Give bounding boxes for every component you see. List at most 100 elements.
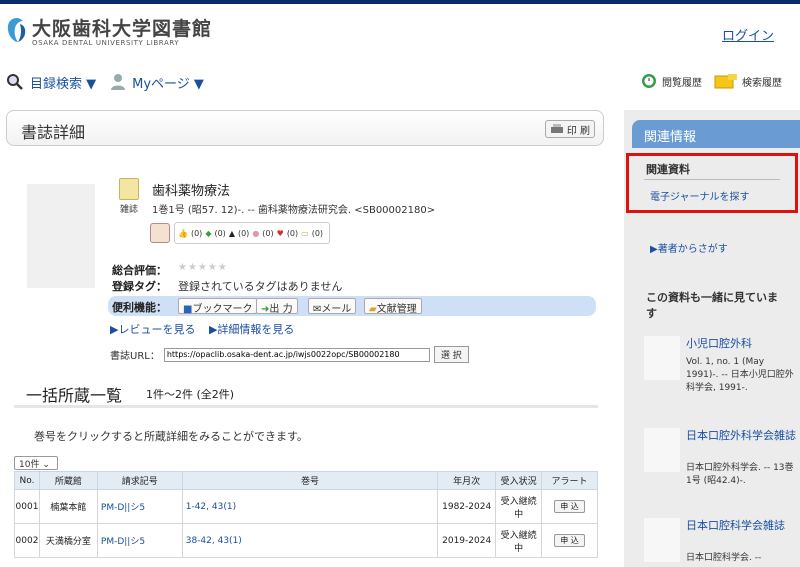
like-icon[interactable]: 👍	[178, 229, 188, 238]
review-link[interactable]: ▶レビューを見る	[110, 323, 195, 336]
cell-library: 楠葉本館	[38, 489, 98, 524]
col-alert: アラート	[541, 471, 598, 490]
volume-link[interactable]: 38-42, 43(1)	[186, 536, 242, 546]
holdings-count: 1件～2件 (全2件)	[146, 388, 235, 401]
print-label: 印 刷	[566, 125, 590, 137]
book-title: 歯科薬物療法	[152, 184, 231, 199]
utility-label: 便利機能：	[112, 301, 167, 314]
item-title-link[interactable]: 日本口腔科学会雑誌	[686, 518, 798, 534]
overall-rating-label: 総合評価：	[112, 264, 167, 277]
material-type-label: 雑誌	[119, 205, 138, 215]
page-title-bar: 書誌詳細 印 刷	[6, 110, 604, 146]
holdings-table: No. 所蔵館 請求記号 巻号 年月次 受入状況 アラート 0001 楠葉本館 …	[14, 471, 598, 558]
view-history-icon	[642, 74, 656, 88]
export-button[interactable]: ➜出 力	[256, 298, 298, 315]
cell-status: 受入継続中	[495, 523, 543, 558]
table-row: 0001 楠葉本館 PM-D||シ5 1-42, 43(1) 1982-2024…	[14, 489, 598, 524]
highlight-box	[626, 153, 798, 213]
logo-mark-icon	[7, 18, 26, 42]
folder-icon: ▰	[369, 304, 377, 315]
history-links: 閲覧履歴 検索履歴	[640, 72, 786, 90]
beginner-count: (0)	[214, 228, 226, 238]
apply-button[interactable]: 申 込	[554, 534, 585, 547]
item-info: 日本口腔科学会. --	[686, 553, 762, 563]
record-url-row: 書誌URL： 選 択	[110, 346, 469, 363]
write-review-icon[interactable]	[150, 223, 170, 243]
view-history-link[interactable]: 閲覧履歴	[662, 74, 702, 89]
graduate-count: (0)	[237, 228, 250, 238]
email-button[interactable]: ✉メール	[308, 298, 357, 315]
item-title-link[interactable]: 小児口腔外科	[686, 336, 798, 352]
apply-button[interactable]: 申 込	[554, 500, 585, 513]
logo-subtitle: OSAKA DENTAL UNIVERSITY LIBRARY	[32, 39, 180, 47]
beginner-icon[interactable]: ◆	[205, 229, 211, 238]
library-logo[interactable]: 大阪歯科大学図書館 OSAKA DENTAL UNIVERSITY LIBRAR…	[6, 12, 211, 52]
search-history-icon	[714, 74, 737, 89]
table-header-row: No. 所蔵館 請求記号 巻号 年月次 受入状況 アラート	[14, 471, 598, 490]
cell-no: 0001	[14, 489, 40, 524]
col-years: 年月次	[437, 471, 497, 490]
email-label: メール	[321, 304, 352, 315]
author-search-link[interactable]: ▶著者からさがす	[650, 240, 728, 255]
col-library: 所蔵館	[38, 471, 98, 490]
book-count: (0)	[311, 228, 324, 238]
mypage-menu[interactable]: Myページ ▼	[132, 73, 204, 92]
holdings-section-header: 一括所蔵一覧 1件～2件 (全2件)	[14, 382, 598, 408]
logo-title: 大阪歯科大学図書館	[32, 18, 213, 40]
face-count: (0)	[262, 228, 274, 238]
utility-bar: 便利機能： ■ブックマーク ➜出 力 ✉メール ▰文献管理	[108, 296, 596, 316]
book-icon[interactable]: ▭	[301, 229, 309, 238]
heart-count: (0)	[286, 228, 299, 238]
per-page-select[interactable]: 10件 ⌄	[14, 456, 58, 470]
page-title: 書誌詳細	[21, 123, 86, 142]
item-thumbnail	[644, 518, 680, 562]
main-nav: 目録検索 ▼ Myページ ▼	[6, 72, 204, 92]
item-title-link[interactable]: 日本口腔外科学会雑誌	[686, 428, 798, 444]
call-number-link[interactable]: PM-D||シ5	[101, 503, 145, 513]
heart-icon[interactable]: ♥	[277, 229, 284, 238]
cell-status: 受入継続中	[495, 489, 543, 524]
reference-manager-label: 文献管理	[376, 304, 417, 315]
item-info: 日本口腔外科学会. -- 13巻1号 (昭42.4)-.	[686, 463, 794, 486]
url-field[interactable]	[163, 347, 430, 362]
volume-link[interactable]: 1-42, 43(1)	[186, 502, 236, 512]
material-type: 雑誌	[116, 178, 142, 215]
item-thumbnail	[644, 336, 680, 380]
login-link[interactable]: ログイン	[722, 25, 774, 44]
table-row: 0002 天満橋分室 PM-D||シ5 38-42, 43(1) 2019-20…	[14, 523, 598, 558]
reference-manager-button[interactable]: ▰文献管理	[364, 298, 422, 315]
reaction-box: 👍 (0) ◆ (0) ▲ (0) ● (0) ♥ (0) ▭ (0)	[174, 222, 331, 244]
top-accent-bar	[0, 0, 800, 4]
detail-link[interactable]: ▶詳細情報を見る	[209, 323, 294, 336]
also-viewed-heading: この資料も一緒に見ています	[646, 291, 778, 320]
bookmark-button[interactable]: ■ブックマーク	[178, 298, 258, 315]
catalog-search-menu[interactable]: 目録検索 ▼	[30, 73, 96, 92]
col-status: 受入状況	[495, 471, 543, 490]
bookmark-label: ブックマーク	[192, 304, 253, 315]
cover-thumbnail	[27, 184, 95, 288]
col-volume: 巻号	[181, 471, 439, 490]
col-no: No.	[14, 471, 40, 490]
item-info: Vol. 1, no. 1 (May 1991)-. -- 日本小児口腔外科学会…	[686, 357, 794, 393]
holdings-heading: 一括所蔵一覧	[26, 386, 123, 405]
url-select-button[interactable]: 選 択	[433, 346, 469, 363]
record-links: ▶レビューを見る ▶詳細情報を見る	[110, 321, 294, 337]
tags-value: 登録されているタグはありません	[178, 280, 343, 293]
search-icon	[7, 74, 23, 90]
holdings-note: 巻号をクリックすると所蔵詳細をみることができます。	[34, 430, 308, 443]
url-label: 書誌URL：	[110, 351, 160, 362]
graduate-cap-icon[interactable]: ▲	[229, 229, 235, 238]
search-history-link[interactable]: 検索履歴	[742, 74, 782, 89]
reaction-bar: 👍 (0) ◆ (0) ▲ (0) ● (0) ♥ (0) ▭ (0)	[150, 222, 331, 244]
face-icon[interactable]: ●	[252, 229, 259, 238]
export-label: 出 力	[269, 304, 293, 315]
col-call-number: 請求記号	[96, 471, 183, 490]
print-button[interactable]: 印 刷	[544, 120, 595, 138]
item-thumbnail	[644, 428, 680, 472]
like-count: (0)	[190, 228, 203, 238]
rating-stars: ★★★★★	[178, 262, 228, 273]
book-info: 1巻1号 (昭57. 12)-. -- 歯科薬物療法研究会. <SB000021…	[152, 205, 436, 216]
call-number-link[interactable]: PM-D||シ5	[101, 537, 145, 547]
cell-years: 1982-2024	[437, 489, 497, 524]
tags-label: 登録タグ：	[112, 280, 167, 293]
